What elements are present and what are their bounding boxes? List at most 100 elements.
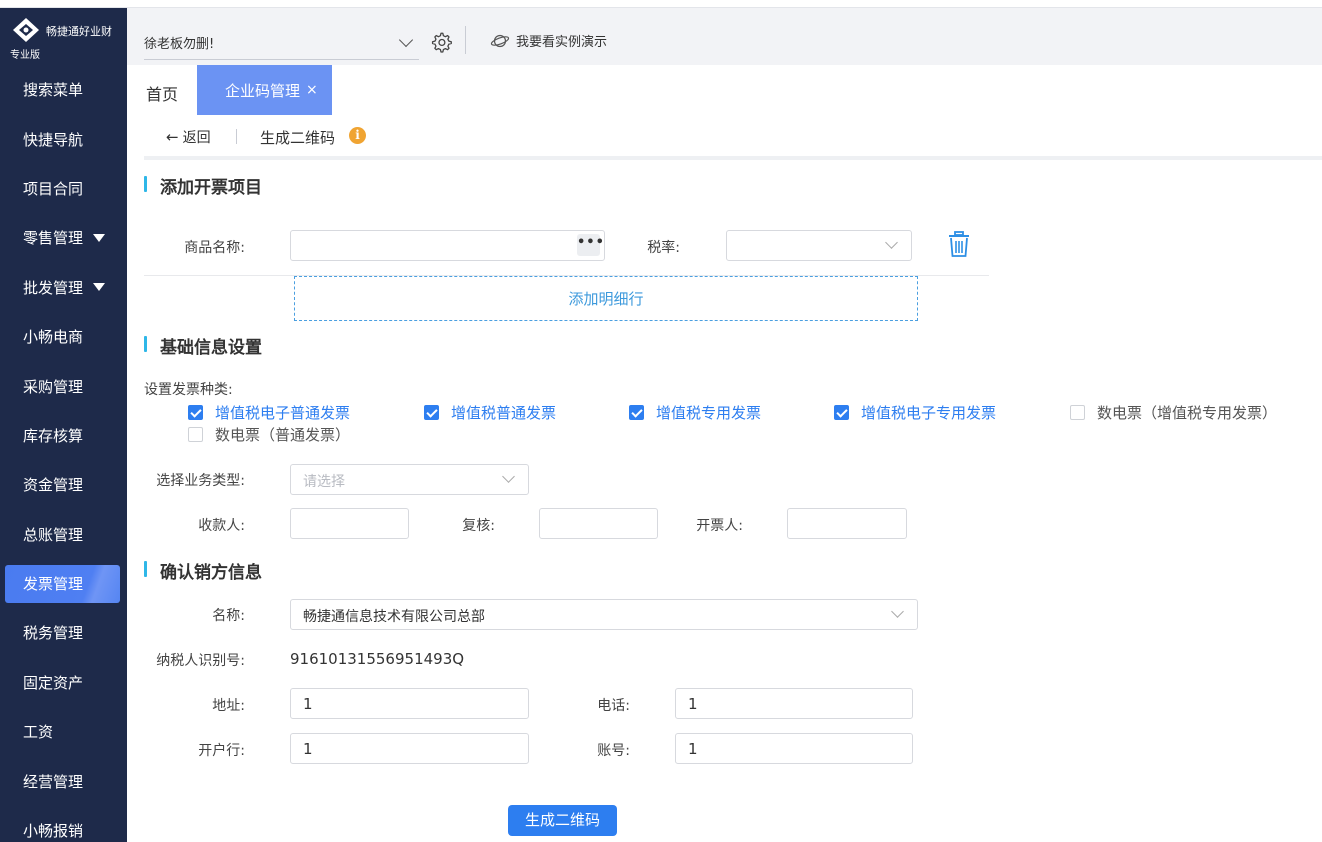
tax-rate-select[interactable] (726, 230, 912, 261)
checkbox-label: 增值税专用发票 (656, 404, 762, 422)
sidebar-item-payroll[interactable]: 工资 (0, 707, 127, 756)
close-icon[interactable]: × (306, 82, 318, 98)
sidebar-item-project-contract[interactable]: 项目合同 (0, 164, 127, 213)
drawer-label: 开票人: (696, 518, 743, 534)
info-icon[interactable]: i (349, 127, 366, 144)
sidebar-item-purchase[interactable]: 采购管理 (0, 361, 127, 410)
demo-link-label: 我要看实例演示 (516, 35, 608, 50)
checkbox-icon (1070, 405, 1085, 420)
payee-input[interactable] (290, 508, 409, 539)
account-input[interactable]: 1 (675, 733, 913, 764)
sidebar-item-label: 税务管理 (23, 624, 84, 643)
header-divider (465, 26, 466, 54)
sidebar-item-label: 项目合同 (23, 179, 84, 198)
checkbox-label: 增值税普通发票 (451, 404, 557, 422)
sidebar-item-label: 发票管理 (23, 575, 84, 594)
sidebar-item-label: 资金管理 (23, 476, 84, 495)
breadcrumb: ← 返回 生成二维码 i (144, 115, 1322, 160)
checkbox-vat-e-normal[interactable]: 增值税电子普通发票 (188, 402, 350, 423)
sidebar-menu: 搜索菜单 快捷导航 项目合同 零售管理 批发管理 小畅电商 采购管理 库存核算 … (0, 65, 127, 842)
demo-link[interactable]: 我要看实例演示 (490, 31, 607, 50)
top-border (0, 0, 1322, 8)
section-title-invoice-items: 添加开票项目 (144, 173, 262, 198)
sidebar-item-funds[interactable]: 资金管理 (0, 460, 127, 509)
sidebar-item-tax[interactable]: 税务管理 (0, 608, 127, 657)
back-button[interactable]: ← 返回 (166, 127, 211, 147)
checkbox-vat-special[interactable]: 增值税专用发票 (629, 402, 761, 423)
checkbox-vat-e-special[interactable]: 增值税电子专用发票 (834, 402, 996, 423)
sidebar-item-operations[interactable]: 经营管理 (0, 756, 127, 805)
sidebar-item-quick-nav[interactable]: 快捷导航 (0, 114, 127, 163)
caret-down-icon (93, 233, 106, 242)
phone-label: 电话: (597, 698, 630, 714)
sidebar-item-fixed-assets[interactable]: 固定资产 (0, 658, 127, 707)
sidebar-item-label: 总账管理 (23, 525, 84, 544)
reviewer-input[interactable] (539, 508, 658, 539)
sidebar-item-label: 工资 (23, 723, 54, 742)
phone-input[interactable]: 1 (675, 688, 913, 719)
caret-down-icon (93, 283, 106, 292)
checkbox-label: 增值税电子普通发票 (215, 404, 351, 422)
checkbox-icon (834, 405, 849, 420)
add-detail-row-button[interactable]: 添加明细行 (294, 276, 918, 321)
tab-label: 企业码管理 (225, 81, 301, 100)
sidebar-item-invoice[interactable]: 发票管理 (0, 559, 127, 608)
payee-label: 收款人: (198, 518, 245, 534)
sidebar-item-label: 固定资产 (23, 673, 84, 692)
gear-icon[interactable] (430, 31, 452, 53)
tab-bar: 首页 企业码管理 × (127, 65, 1322, 115)
account-label: 账号: (597, 743, 630, 759)
sidebar: 畅捷通好业财 专业版 搜索菜单 快捷导航 项目合同 零售管理 批发管理 小畅电商… (0, 8, 127, 842)
top-header: 徐老板勿删! 我要看实例演示 (127, 8, 1322, 65)
reviewer-label: 复核: (462, 518, 495, 534)
product-name-label: 商品名称: (184, 240, 245, 256)
checkbox-icon (188, 427, 203, 442)
sidebar-item-label: 小畅报销 (23, 822, 84, 841)
sidebar-item-retail[interactable]: 零售管理 (0, 213, 127, 262)
drawer-input[interactable] (787, 508, 907, 539)
invoice-type-label: 设置发票种类: (144, 382, 233, 398)
seller-name-label: 名称: (212, 608, 245, 624)
checkbox-icon (629, 405, 644, 420)
product-name-input[interactable] (290, 230, 605, 261)
arrow-left-icon: ← (166, 128, 179, 146)
company-select[interactable]: 徐老板勿删! (144, 26, 419, 60)
app-logo[interactable]: 畅捷通好业财 专业版 (0, 8, 127, 65)
back-label: 返回 (182, 130, 211, 146)
checkbox-digital-special[interactable]: 数电票（增值税专用发票） (1070, 402, 1277, 423)
breadcrumb-divider (236, 129, 237, 144)
sidebar-item-label: 快捷导航 (23, 130, 84, 149)
business-type-label: 选择业务类型: (156, 473, 245, 489)
sidebar-item-ecommerce[interactable]: 小畅电商 (0, 312, 127, 361)
section-title-basic-info: 基础信息设置 (144, 333, 262, 358)
checkbox-label: 增值税电子专用发票 (861, 404, 997, 422)
app-name: 畅捷通好业财 (46, 25, 112, 38)
generate-qrcode-button[interactable]: 生成二维码 (508, 805, 617, 836)
sidebar-item-label: 搜索菜单 (23, 81, 84, 100)
address-input[interactable]: 1 (290, 688, 529, 719)
tab-enterprise-code[interactable]: 企业码管理 × (197, 65, 332, 115)
trash-icon[interactable] (948, 231, 970, 257)
checkbox-label: 数电票（增值税专用发票） (1097, 404, 1278, 422)
more-options-button[interactable]: ••• (577, 234, 604, 256)
tax-id-label: 纳税人识别号: (156, 653, 245, 669)
sidebar-item-ledger[interactable]: 总账管理 (0, 510, 127, 559)
tab-home[interactable]: 首页 (146, 81, 178, 105)
sidebar-item-wholesale[interactable]: 批发管理 (0, 263, 127, 312)
sidebar-item-expense[interactable]: 小畅报销 (0, 806, 127, 842)
app-edition: 专业版 (10, 50, 40, 61)
sidebar-item-search-menu[interactable]: 搜索菜单 (0, 65, 127, 114)
sidebar-item-label: 库存核算 (23, 426, 84, 445)
sidebar-item-label: 批发管理 (23, 278, 84, 297)
bank-label: 开户行: (198, 743, 245, 759)
checkbox-digital-normal[interactable]: 数电票（普通发票） (188, 424, 350, 445)
business-type-select[interactable]: 请选择 (290, 464, 529, 495)
bank-input[interactable]: 1 (290, 733, 529, 764)
tax-id-value: 91610131556951493Q (290, 650, 465, 668)
sidebar-item-label: 零售管理 (23, 229, 84, 248)
checkbox-vat-normal[interactable]: 增值税普通发票 (424, 402, 556, 423)
company-select-value: 徐老板勿删! (144, 37, 215, 52)
tax-rate-label: 税率: (647, 240, 680, 256)
sidebar-item-inventory[interactable]: 库存核算 (0, 411, 127, 460)
seller-name-select[interactable]: 畅捷通信息技术有限公司总部 (290, 599, 918, 630)
